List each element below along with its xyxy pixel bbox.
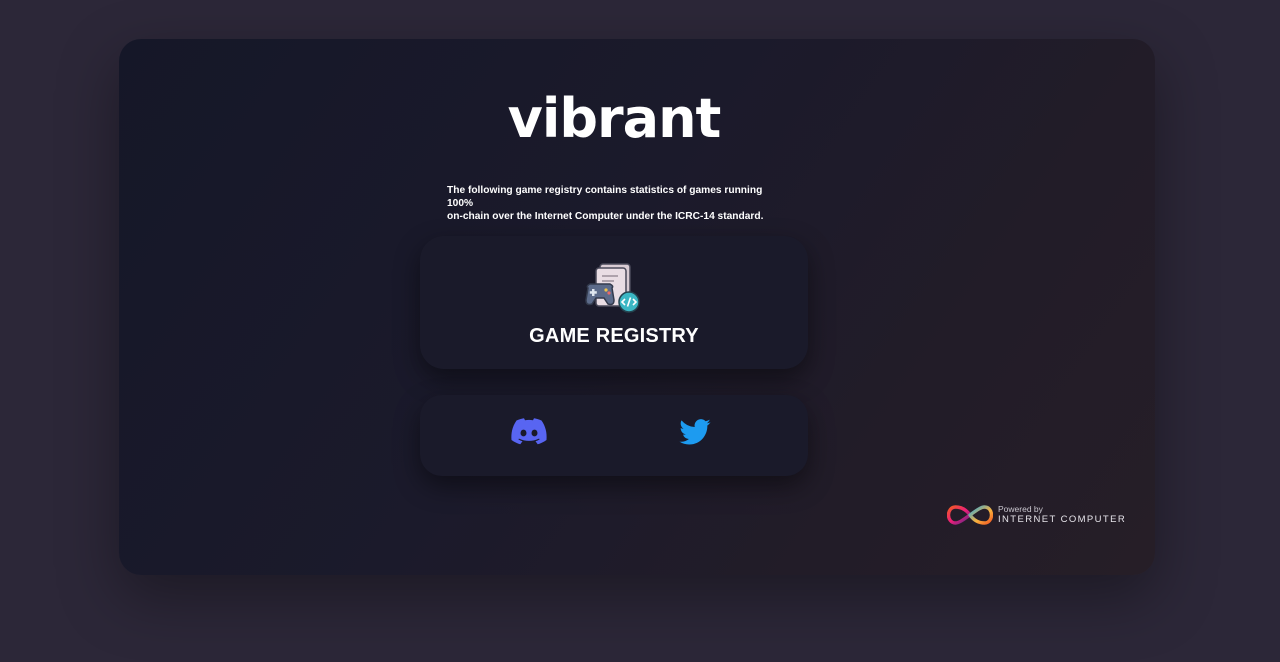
intro-line-1: The following game registry contains sta… xyxy=(447,185,763,209)
intro-line-2: on-chain over the Internet Computer unde… xyxy=(447,211,764,222)
social-links-card xyxy=(420,395,808,476)
powered-by-badge[interactable]: Powered by INTERNET COMPUTER xyxy=(947,503,1137,529)
game-registry-label[interactable]: GAME REGISTRY xyxy=(420,322,808,350)
twitter-button[interactable] xyxy=(678,415,718,451)
discord-button[interactable] xyxy=(510,415,550,451)
twitter-icon xyxy=(679,419,711,445)
intro-description: The following game registry contains sta… xyxy=(447,184,787,223)
internet-computer-text: INTERNET COMPUTER xyxy=(998,514,1127,525)
internet-computer-logo-icon xyxy=(947,505,993,525)
brand-title: vibrant xyxy=(507,87,722,150)
discord-icon xyxy=(511,418,547,445)
game-registry-icon[interactable] xyxy=(584,262,642,316)
powered-by-text: Powered by xyxy=(998,504,1043,514)
